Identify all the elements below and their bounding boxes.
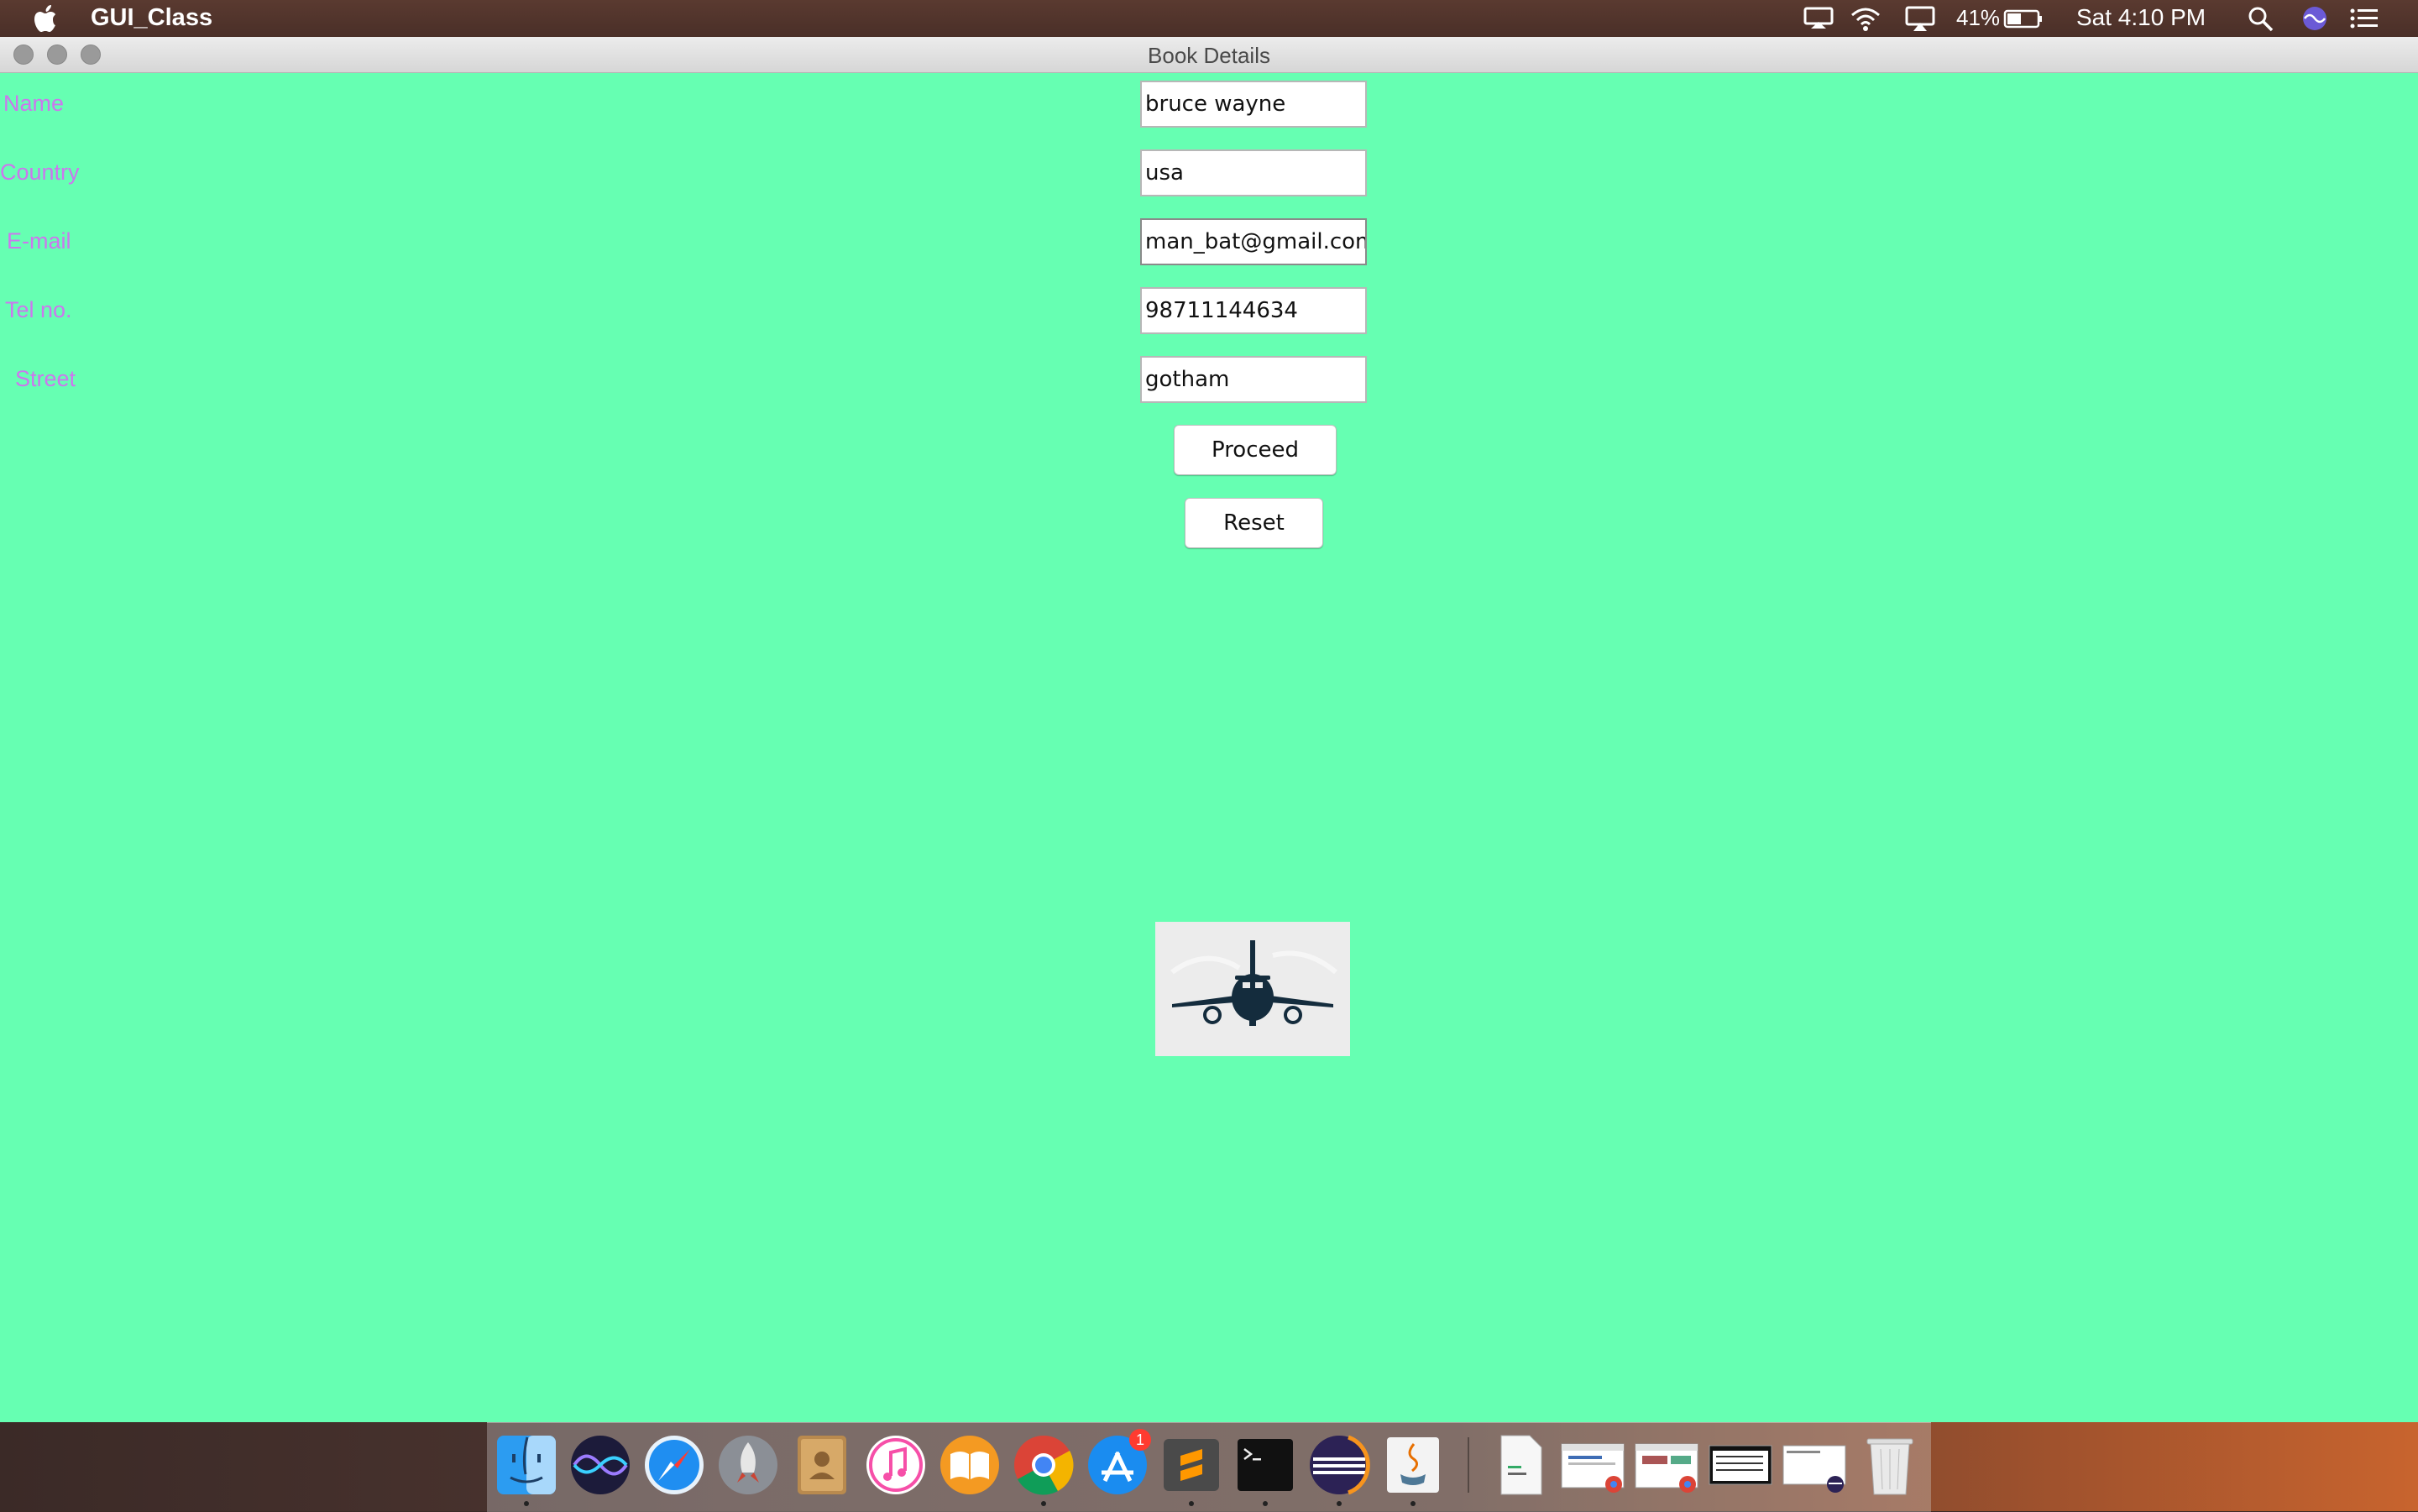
- battery-icon[interactable]: [2003, 5, 2044, 32]
- launchpad-icon[interactable]: [715, 1432, 781, 1498]
- name-label: Name: [3, 91, 65, 116]
- java-icon[interactable]: [1380, 1432, 1446, 1498]
- name-field[interactable]: bruce wayne: [1140, 81, 1367, 128]
- running-indicator: [1337, 1501, 1342, 1506]
- book-details-window: Book Details Name Country E-mail Tel no.…: [0, 37, 2418, 1422]
- search-icon[interactable]: [2247, 5, 2275, 32]
- tel-field[interactable]: 98711144634: [1140, 287, 1367, 334]
- chrome-window-thumbnail[interactable]: [1560, 1432, 1625, 1498]
- wifi-icon[interactable]: [1850, 5, 1882, 32]
- country-label: Country: [0, 160, 80, 185]
- chrome-icon[interactable]: [1011, 1432, 1076, 1498]
- reset-button[interactable]: Reset: [1185, 498, 1323, 548]
- running-indicator: [1041, 1501, 1046, 1506]
- siri-icon[interactable]: [2300, 5, 2329, 32]
- display-icon[interactable]: [1803, 5, 1834, 32]
- airplay-icon[interactable]: [1904, 5, 1936, 32]
- running-indicator: [1263, 1501, 1268, 1506]
- siri-icon[interactable]: [568, 1432, 633, 1498]
- itunes-icon[interactable]: [863, 1432, 929, 1498]
- battery-percent: 41%: [1956, 5, 2001, 30]
- dock-separator: [1468, 1437, 1469, 1493]
- menubar-clock[interactable]: Sat 4:10 PM: [2076, 4, 2206, 31]
- window-titlebar[interactable]: Book Details: [0, 37, 2418, 73]
- street-field[interactable]: gotham: [1140, 356, 1367, 403]
- apple-icon[interactable]: [32, 2, 62, 35]
- menu-bar: GUI_Class 41% Sat 4:10 PM: [0, 0, 2418, 37]
- tel-label: Tel no.: [5, 297, 72, 322]
- document-c-icon[interactable]: [1488, 1432, 1553, 1498]
- terminal-icon[interactable]: [1233, 1432, 1298, 1498]
- running-indicator: [1410, 1501, 1416, 1506]
- airplane-image: [1155, 922, 1350, 1056]
- proceed-button[interactable]: Proceed: [1174, 425, 1337, 475]
- finder-icon[interactable]: [494, 1432, 559, 1498]
- country-field[interactable]: usa: [1140, 149, 1367, 196]
- eclipse-window-thumbnail[interactable]: [1782, 1432, 1847, 1498]
- app-name-menu[interactable]: GUI_Class: [91, 4, 212, 32]
- safari-icon[interactable]: [641, 1432, 707, 1498]
- running-indicator: [524, 1501, 529, 1506]
- street-label: Street: [15, 366, 76, 391]
- app-store-badge: 1: [1129, 1429, 1151, 1451]
- trash-icon[interactable]: [1857, 1432, 1923, 1498]
- email-label: E-mail: [7, 228, 71, 254]
- contacts-icon[interactable]: [789, 1432, 855, 1498]
- chrome-window-thumbnail[interactable]: [1634, 1432, 1699, 1498]
- airplane-icon: [1170, 940, 1337, 1026]
- running-indicator: [1189, 1501, 1194, 1506]
- ibooks-icon[interactable]: [937, 1432, 1002, 1498]
- email-field[interactable]: man_bat@gmail.com: [1140, 218, 1367, 265]
- window-title: Book Details: [1148, 43, 1270, 68]
- window-thumbnail[interactable]: [1708, 1432, 1773, 1498]
- eclipse-icon[interactable]: [1306, 1432, 1372, 1498]
- sublime-text-icon[interactable]: [1159, 1432, 1224, 1498]
- notification-center-icon[interactable]: [2348, 5, 2380, 32]
